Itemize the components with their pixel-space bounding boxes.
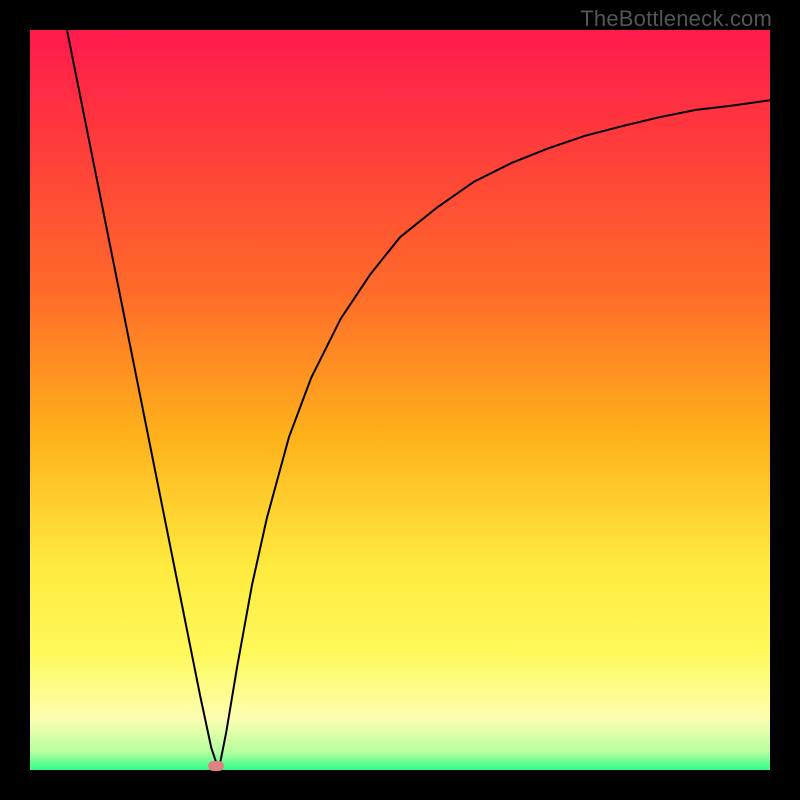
bottleneck-marker <box>208 761 224 771</box>
watermark-text: TheBottleneck.com <box>580 6 772 32</box>
chart-frame <box>30 30 770 770</box>
bottleneck-curve-chart <box>30 30 770 770</box>
